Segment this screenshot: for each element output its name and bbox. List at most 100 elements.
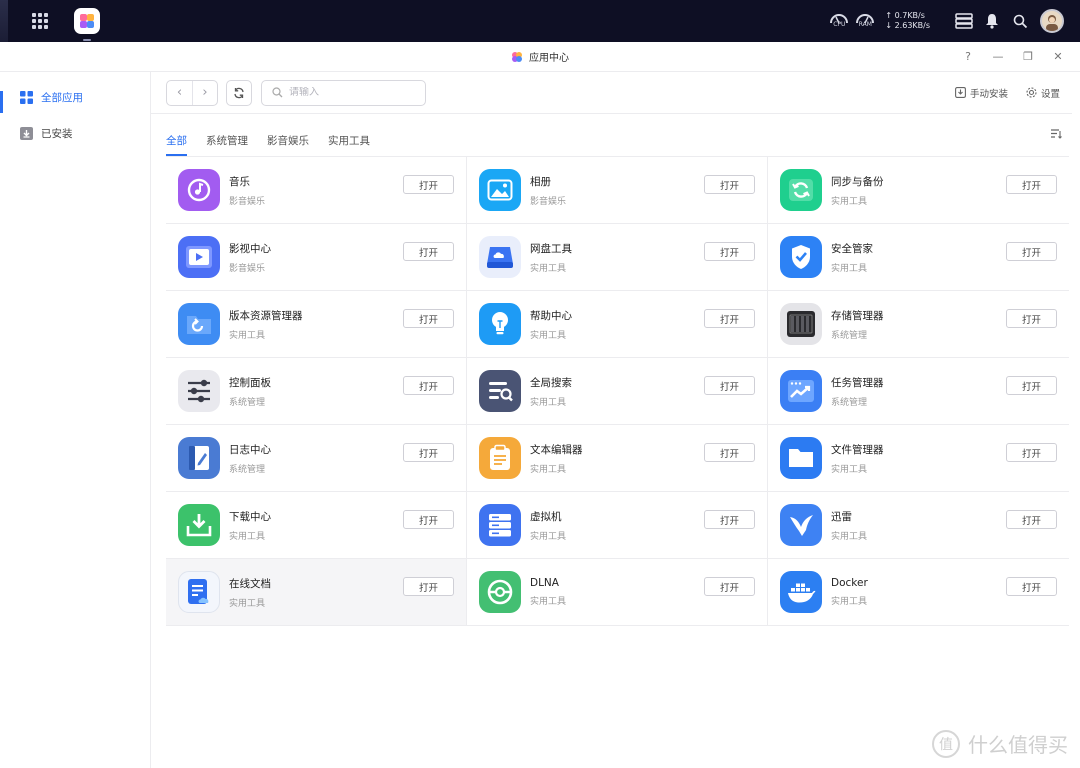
app-info: 日志中心 系统管理 (229, 442, 271, 475)
forward-button[interactable]: › (192, 80, 217, 105)
toolbar-actions: 手动安装 设置 (955, 86, 1072, 100)
app-info: 同步与备份 实用工具 (831, 174, 884, 207)
open-button[interactable]: 打开 (1006, 443, 1057, 462)
app-card[interactable]: 版本资源管理器 实用工具 打开 (166, 291, 467, 358)
open-button[interactable]: 打开 (1006, 577, 1057, 596)
search-box[interactable] (261, 79, 426, 106)
app-card[interactable]: 迅雷 实用工具 打开 (768, 492, 1069, 559)
app-card[interactable]: 相册 影音娱乐 打开 (467, 157, 768, 224)
sort-icon[interactable] (1050, 128, 1062, 140)
refresh-button[interactable] (226, 79, 252, 106)
open-button[interactable]: 打开 (704, 242, 755, 261)
network-speed: ↑ 0.7KB/s ↓ 2.63KB/s (885, 11, 930, 31)
app-category: 实用工具 (530, 263, 567, 274)
close-button[interactable]: ✕ (1050, 48, 1066, 64)
open-button[interactable]: 打开 (704, 175, 755, 194)
notification-bell-icon[interactable] (982, 11, 1002, 31)
app-card[interactable]: 控制面板 系统管理 打开 (166, 358, 467, 425)
photo-icon (479, 169, 521, 211)
app-card[interactable]: DLNA 实用工具 打开 (467, 559, 768, 626)
open-button[interactable]: 打开 (403, 443, 454, 462)
manual-install-button[interactable]: 手动安装 (955, 86, 1008, 100)
app-name: 在线文档 (229, 577, 271, 590)
restore-button[interactable]: ❐ (1020, 48, 1036, 64)
back-button[interactable]: ‹ (167, 81, 192, 105)
tab-all[interactable]: 全部 (166, 133, 187, 156)
ram-gauge[interactable]: RAM (855, 11, 875, 31)
open-button[interactable]: 打开 (704, 309, 755, 328)
app-info: 任务管理器 系统管理 (831, 375, 884, 408)
open-button[interactable]: 打开 (403, 309, 454, 328)
video-icon (178, 236, 220, 278)
app-card[interactable]: 存储管理器 系统管理 打开 (768, 291, 1069, 358)
app-info: 安全管家 实用工具 (831, 241, 873, 274)
open-button[interactable]: 打开 (403, 376, 454, 395)
app-card[interactable]: 全局搜索 实用工具 打开 (467, 358, 768, 425)
app-card[interactable]: 在线文档 实用工具 打开 (166, 559, 467, 626)
app-category: 实用工具 (530, 597, 567, 607)
app-info: 控制面板 系统管理 (229, 375, 271, 408)
app-name: DLNA (530, 577, 559, 589)
app-card[interactable]: 网盘工具 实用工具 打开 (467, 224, 768, 291)
app-card[interactable]: 音乐 影音娱乐 打开 (166, 157, 467, 224)
online-doc-icon (178, 571, 220, 613)
open-button[interactable]: 打开 (403, 510, 454, 529)
app-card[interactable]: 文本编辑器 实用工具 打开 (467, 425, 768, 492)
open-button[interactable]: 打开 (704, 443, 755, 462)
open-button[interactable]: 打开 (1006, 376, 1057, 395)
taskbar-app-center-icon[interactable] (74, 8, 100, 41)
app-category: 系统管理 (229, 397, 266, 408)
open-button[interactable]: 打开 (1006, 510, 1057, 529)
help-button[interactable]: ? (960, 48, 976, 64)
window-titlebar[interactable]: 应用中心 ? — ❐ ✕ (0, 42, 1080, 72)
app-info: Docker 实用工具 (831, 577, 868, 607)
open-button[interactable]: 打开 (704, 577, 755, 596)
open-button[interactable]: 打开 (403, 175, 454, 194)
open-button[interactable]: 打开 (704, 510, 755, 529)
app-name: 下载中心 (229, 510, 271, 523)
open-button[interactable]: 打开 (1006, 309, 1057, 328)
app-name: 虚拟机 (530, 510, 562, 523)
app-card[interactable]: 日志中心 系统管理 打开 (166, 425, 467, 492)
open-button[interactable]: 打开 (403, 577, 454, 596)
tab-utilities[interactable]: 实用工具 (328, 133, 370, 156)
app-name: 迅雷 (831, 510, 852, 523)
open-button[interactable]: 打开 (704, 376, 755, 395)
open-button[interactable]: 打开 (1006, 175, 1057, 194)
open-button[interactable]: 打开 (403, 242, 454, 261)
tab-system-management[interactable]: 系统管理 (206, 133, 248, 156)
grid-icon (20, 90, 33, 104)
app-name: Docker (831, 577, 868, 589)
main-content: ‹ › 手动安装 设置 全部 系统管理 影音娱 (151, 72, 1080, 768)
app-card[interactable]: 同步与备份 实用工具 打开 (768, 157, 1069, 224)
app-launcher-icon[interactable] (32, 13, 48, 29)
user-avatar[interactable] (1040, 9, 1064, 33)
search-input[interactable] (289, 87, 409, 98)
app-category: 实用工具 (229, 330, 266, 341)
app-card[interactable]: 文件管理器 实用工具 打开 (768, 425, 1069, 492)
app-category: 影音娱乐 (229, 196, 266, 207)
search-icon[interactable] (1010, 11, 1030, 31)
minimize-button[interactable]: — (990, 48, 1006, 64)
app-card[interactable]: 影视中心 影音娱乐 打开 (166, 224, 467, 291)
tab-media-entertainment[interactable]: 影音娱乐 (267, 133, 309, 156)
app-card[interactable]: 帮助中心 实用工具 打开 (467, 291, 768, 358)
app-card[interactable]: 任务管理器 系统管理 打开 (768, 358, 1069, 425)
app-card[interactable]: Docker 实用工具 打开 (768, 559, 1069, 626)
cpu-gauge[interactable]: CPU (829, 11, 849, 31)
server-icon (479, 504, 521, 546)
sidebar-item-installed[interactable]: 已安装 (0, 115, 150, 151)
server-status-icon[interactable] (954, 11, 974, 31)
app-name: 日志中心 (229, 443, 271, 456)
category-tabs: 全部 系统管理 影音娱乐 实用工具 (151, 114, 1080, 156)
sidebar-item-all-apps[interactable]: 全部应用 (0, 79, 150, 115)
search-icon (272, 87, 283, 98)
settings-button[interactable]: 设置 (1026, 86, 1060, 100)
app-name: 全局搜索 (530, 376, 572, 389)
refresh-icon (234, 87, 244, 98)
app-name: 影视中心 (229, 242, 271, 255)
open-button[interactable]: 打开 (1006, 242, 1057, 261)
app-card[interactable]: 虚拟机 实用工具 打开 (467, 492, 768, 559)
app-card[interactable]: 安全管家 实用工具 打开 (768, 224, 1069, 291)
app-card[interactable]: 下载中心 实用工具 打开 (166, 492, 467, 559)
